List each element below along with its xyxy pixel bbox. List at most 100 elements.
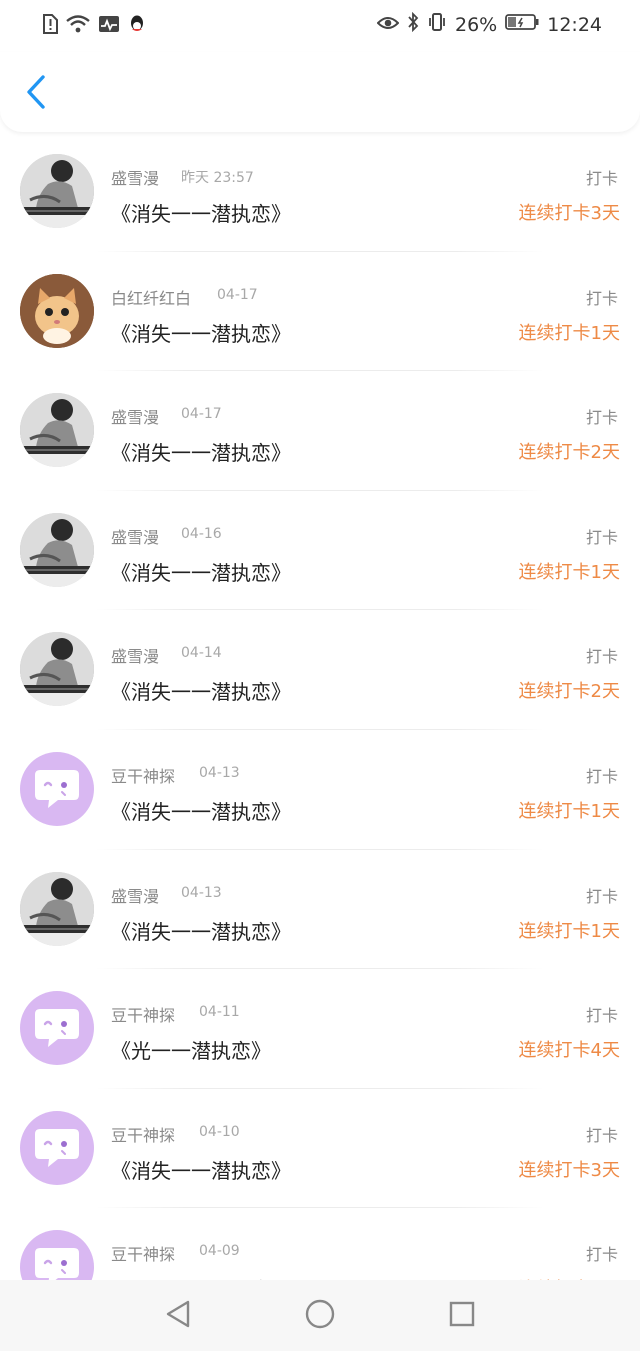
streak-label: 连续打卡3天 (518, 1159, 620, 1181)
post-date: 04-10 (199, 1123, 240, 1140)
book-title: 《消失一一潜执恋》 (111, 1158, 291, 1183)
streak-label: 连续打卡1天 (518, 920, 620, 942)
status-right-icons: 26% 12:24 (376, 11, 602, 37)
chat-bubble-icon (35, 1128, 79, 1167)
avatar[interactable] (20, 632, 94, 707)
checkin-tag: 打卡 (585, 408, 618, 428)
checkin-tag: 打卡 (585, 647, 618, 667)
vibrate-icon (427, 12, 447, 37)
book-title: 《消失一一潜执恋》 (111, 680, 291, 705)
post-date: 04-14 (181, 645, 222, 662)
checkin-tag: 打卡 (585, 169, 618, 188)
avatar[interactable] (20, 1110, 94, 1185)
list-item[interactable]: 盛雪漫 04-13 《消失一一潜执恋》 打卡连续打卡1天 (0, 850, 640, 970)
book-title: 《消失一一潜执恋》 (111, 441, 291, 466)
list-item[interactable]: 豆干神探 04-11 《光一一潜执恋》 打卡连续打卡4天 (0, 969, 640, 1089)
streak-label: 连续打卡1天 (518, 322, 620, 344)
back-button[interactable] (18, 74, 54, 114)
list-item[interactable]: 盛雪漫 04-17 《消失一一潜执恋》 打卡连续打卡2天 (0, 371, 640, 491)
book-title: 《光一一潜执恋》 (111, 1039, 271, 1064)
battery-percent: 26% (455, 13, 498, 36)
checkin-tag: 打卡 (585, 1125, 618, 1145)
streak-label: 连续打卡2天 (518, 442, 620, 464)
user-name[interactable]: 盛雪漫 (111, 404, 159, 428)
chat-bubble-icon (35, 769, 79, 808)
checkin-tag: 打卡 (585, 886, 618, 906)
list-item[interactable]: 白红纤红白 04-17 《消失一一潜执恋》 打卡连续打卡1天 (0, 252, 640, 372)
user-name[interactable]: 盛雪漫 (111, 165, 159, 189)
battery-icon (505, 13, 539, 36)
header-bar (0, 52, 640, 132)
eye-icon (376, 14, 400, 36)
activity-icon (98, 15, 120, 37)
qq-icon (128, 14, 146, 38)
checkin-list[interactable]: 盛雪漫 昨天 23:57 《消失一一潜执恋》 打卡 连续打卡3天 白红纤红白 04-17 《消… (0, 132, 640, 1280)
avatar[interactable] (20, 273, 94, 348)
list-item[interactable]: 盛雪漫 04-14 《消失一一潜执恋》 打卡连续打卡2天 (0, 610, 640, 730)
checkin-tag: 打卡 (585, 1245, 618, 1265)
profile-photo (20, 871, 94, 946)
user-name[interactable]: 豆干神探 (111, 763, 175, 787)
streak-label: 连续打卡2天 (518, 681, 620, 703)
post-date: 04-13 (181, 884, 222, 901)
user-name[interactable]: 豆干神探 (111, 1002, 175, 1026)
post-date: 04-17 (181, 406, 222, 423)
profile-photo (20, 632, 94, 707)
profile-photo (20, 393, 94, 468)
avatar[interactable] (20, 512, 94, 587)
post-date: 04-13 (199, 764, 240, 781)
list-item[interactable]: 豆干神探04-09《消失一一潜执恋》打卡连续打卡3天 (0, 1208, 640, 1280)
user-name[interactable]: 白红纤红白 (111, 285, 191, 309)
user-name[interactable]: 盛雪漫 (111, 883, 159, 907)
circle-home-icon (304, 1298, 336, 1334)
status-left-icons (42, 14, 146, 38)
chevron-left-icon (26, 75, 46, 113)
profile-photo (20, 512, 94, 587)
checkin-tag: 打卡 (585, 766, 618, 786)
list-item[interactable]: 盛雪漫 04-16 《消失一一潜执恋》 打卡连续打卡1天 (0, 491, 640, 611)
avatar[interactable] (20, 154, 94, 228)
user-name[interactable]: 豆干神探 (111, 1241, 175, 1265)
streak-label: 连续打卡3天 (518, 203, 620, 224)
book-title: 《消失一一潜执恋》 (111, 560, 291, 585)
avatar[interactable] (20, 1230, 94, 1280)
list-item[interactable]: 豆干神探 04-13 《消失一一潜执恋》 打卡连续打卡1天 (0, 730, 640, 850)
book-title: 《消失一一潜执恋》 (111, 799, 291, 824)
status-bar: 26% 12:24 (0, 0, 640, 52)
streak-label: 连续打卡1天 (518, 800, 620, 822)
user-name[interactable]: 盛雪漫 (111, 643, 159, 667)
user-name[interactable]: 豆干神探 (111, 1122, 175, 1146)
book-title: 《消失一一潜执恋》 (111, 321, 291, 346)
system-nav-bar (0, 1280, 640, 1351)
triangle-back-icon (164, 1299, 192, 1333)
checkin-tag: 打卡 (585, 288, 618, 308)
bluetooth-icon (407, 11, 419, 37)
avatar[interactable] (20, 991, 94, 1066)
checkin-tag: 打卡 (585, 1006, 618, 1026)
wifi-icon (66, 15, 90, 37)
post-date: 04-16 (181, 525, 222, 542)
avatar[interactable] (20, 871, 94, 946)
post-date: 04-09 (199, 1243, 240, 1260)
sim-alert-icon (42, 14, 58, 38)
chat-bubble-icon (35, 1009, 79, 1048)
list-item[interactable]: 豆干神探 04-10 《消失一一潜执恋》 打卡连续打卡3天 (0, 1089, 640, 1209)
list-item[interactable]: 盛雪漫 昨天 23:57 《消失一一潜执恋》 打卡 连续打卡3天 (0, 132, 640, 252)
kitten-photo (20, 273, 94, 348)
user-name[interactable]: 盛雪漫 (111, 524, 159, 548)
nav-recents-button[interactable] (442, 1296, 482, 1336)
post-date: 04-11 (199, 1004, 240, 1021)
avatar[interactable] (20, 393, 94, 468)
square-recents-icon (448, 1300, 476, 1332)
streak-label: 连续打卡4天 (518, 1040, 620, 1062)
checkin-tag: 打卡 (585, 527, 618, 547)
avatar[interactable] (20, 751, 94, 826)
profile-photo (20, 154, 94, 228)
nav-home-button[interactable] (300, 1296, 340, 1336)
book-title: 《消失一一潜执恋》 (111, 919, 291, 944)
clock-time: 12:24 (547, 13, 602, 36)
post-date: 04-17 (217, 286, 258, 303)
streak-label: 连续打卡1天 (518, 561, 620, 583)
post-date: 昨天 23:57 (181, 170, 254, 186)
nav-back-button[interactable] (158, 1296, 198, 1336)
